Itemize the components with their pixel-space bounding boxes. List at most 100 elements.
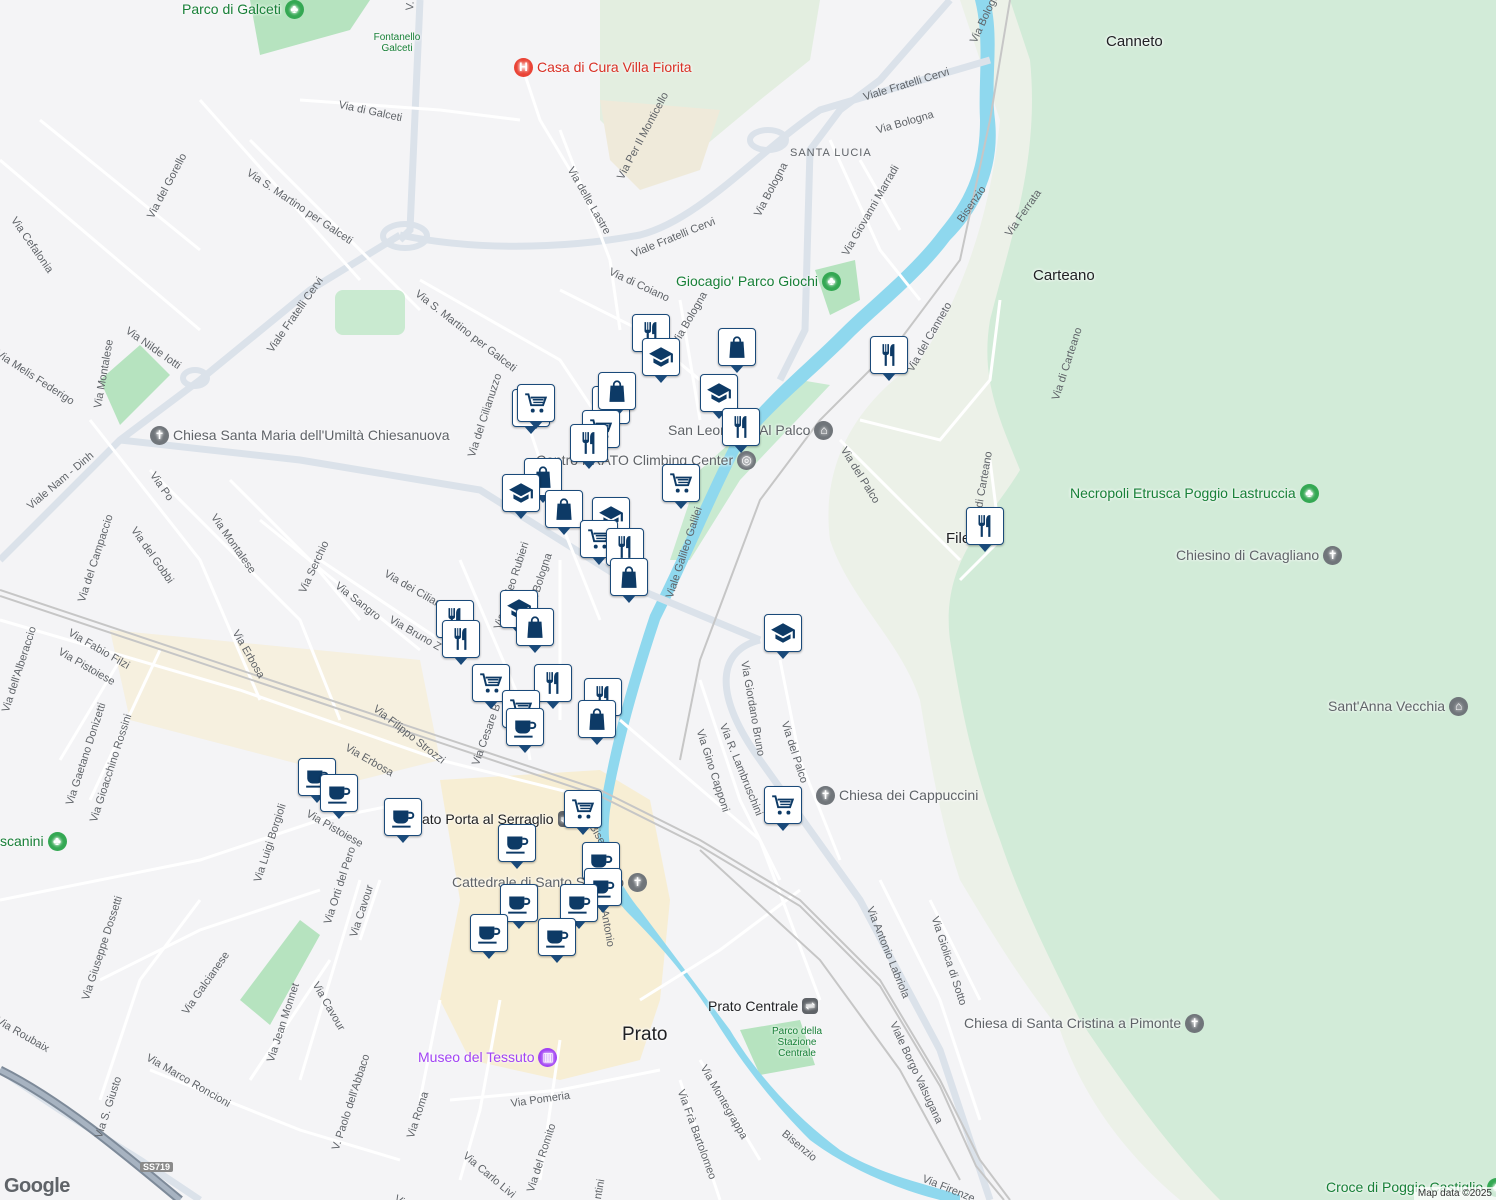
restaurant-marker[interactable] [966,507,1004,552]
poi-label: Museo del Tessuto [418,1049,535,1065]
cafe-icon [566,890,592,916]
grocery-icon [770,792,796,818]
tree-icon: ♣ [821,272,841,291]
poi-park[interactable]: Parco della Stazione Centrale [762,1026,832,1059]
poi-label: Chiesa di Santa Cristina a Pimonte [964,1015,1182,1031]
cafe-icon [326,780,352,806]
poi-park[interactable]: Necropoli Etrusca Poggio Lastruccia ♣ [1070,484,1319,503]
grocery-marker[interactable] [564,790,602,835]
poi-label: scanini [0,833,44,849]
poi-label: Casa di Cura Villa Fiorita [537,59,692,75]
cafe-icon [504,830,530,856]
poi-label: Chiesino di Cavagliano [1176,547,1320,563]
cafe-marker[interactable] [384,798,422,843]
district-label: SANTA LUCIA [790,147,872,159]
shopping-icon [584,706,610,732]
restaurant-marker[interactable] [570,424,608,469]
map[interactable]: CannetoCarteanoFilettolePratoSANTA LUCIA… [0,0,1496,1200]
poi-park[interactable]: scanini ♣ [0,832,67,851]
grocery-icon [478,670,504,696]
cafe-marker[interactable] [560,884,598,929]
cross-icon: ✝ [816,786,835,805]
school-marker[interactable] [700,374,738,419]
poi-label: Chiesa Santa Maria dell'Umiltà Chiesanuo… [173,427,450,443]
hospital-icon: H [514,58,533,77]
poi-station[interactable]: Prato Porta al Serraglio⇌ [408,811,574,827]
poi-religious[interactable]: Chiesa di Santa Cristina a Pimonte ✝ [964,1014,1205,1033]
restaurant-marker[interactable] [722,408,760,453]
shopping-marker[interactable] [610,558,648,603]
restaurant-marker[interactable] [442,620,480,665]
map-attribution[interactable]: Map data ©2025 [1413,1187,1496,1200]
poi-label: Parco della Stazione Centrale [771,1026,823,1059]
restaurant-icon [540,670,566,696]
poi-religious[interactable]: ✝ Chiesa Santa Maria dell'Umiltà Chiesanu… [150,426,450,445]
poi-note[interactable]: Fontanello Galceti [362,32,432,54]
school-marker[interactable] [764,614,802,659]
train-icon: ⇌ [802,998,819,1014]
school-marker[interactable] [642,338,680,383]
poi-museum[interactable]: Museo del Tessuto ▥ [418,1048,558,1067]
tree-icon: ♣ [47,832,67,851]
poi-hospital[interactable]: H Casa di Cura Villa Fiorita [514,58,692,77]
grocery-marker[interactable] [517,384,555,429]
shopping-icon [551,496,577,522]
school-icon [508,480,534,506]
tree-icon: ♣ [1299,484,1319,503]
poi-park[interactable]: Parco di Galceti ♣ [182,0,304,19]
shopping-icon [522,614,548,640]
city-label: Prato [622,1024,668,1045]
restaurant-icon [728,414,754,440]
school-icon [648,344,674,370]
cafe-icon [512,714,538,740]
poi-label: Fontanello Galceti [373,32,421,54]
restaurant-icon [972,513,998,539]
cafe-icon [544,924,570,950]
grocery-icon [523,390,549,416]
cafe-icon [506,890,532,916]
poi-religious[interactable]: Chiesino di Cavagliano ✝ [1176,546,1343,565]
sport-field [335,290,405,335]
monastery-icon: ⌂ [1449,697,1469,716]
shopping-marker[interactable] [516,608,554,653]
restaurant-icon [876,342,902,368]
cafe-icon [476,920,502,946]
cafe-marker[interactable] [320,774,358,819]
shopping-marker[interactable] [578,700,616,745]
cross-icon: ✝ [150,426,169,445]
area-label: Canneto [1106,33,1163,50]
poi-religious[interactable]: ✝ Chiesa dei Cappuccini [816,786,978,805]
restaurant-icon [612,534,638,560]
restaurant-icon [448,626,474,652]
cross-icon: ✝ [628,873,648,892]
shopping-marker[interactable] [545,490,583,535]
cafe-icon [390,804,416,830]
grocery-icon [668,470,694,496]
poi-station[interactable]: Prato Centrale ⇌ [708,997,819,1014]
school-marker[interactable] [502,474,540,519]
area-label: Carteano [1033,267,1095,284]
school-icon [706,380,732,406]
grocery-icon [570,796,596,822]
restaurant-marker[interactable] [870,336,908,381]
shopping-marker[interactable] [718,328,756,373]
shopping-marker[interactable] [598,372,636,417]
cafe-marker[interactable] [538,918,576,963]
restaurant-icon [576,430,602,456]
poi-park[interactable]: Giocagio' Parco Giochi ♣ [676,272,841,291]
cross-icon: ✝ [1185,1014,1205,1033]
shopping-icon [724,334,750,360]
cafe-marker[interactable] [506,708,544,753]
poi-label: Prato Centrale [708,997,799,1014]
poi-label: Necropoli Etrusca Poggio Lastruccia [1070,485,1296,501]
cafe-marker[interactable] [498,824,536,869]
road-shield: SS719 [140,1162,174,1172]
monastery-icon: ⌂ [814,421,834,440]
museum-icon: ▥ [538,1048,558,1067]
cafe-marker[interactable] [470,914,508,959]
poi-religious[interactable]: Sant'Anna Vecchia ⌂ [1328,697,1469,716]
sport-icon: ◎ [737,451,757,470]
grocery-marker[interactable] [662,464,700,509]
grocery-marker[interactable] [764,786,802,831]
google-logo: Google [4,1175,70,1197]
